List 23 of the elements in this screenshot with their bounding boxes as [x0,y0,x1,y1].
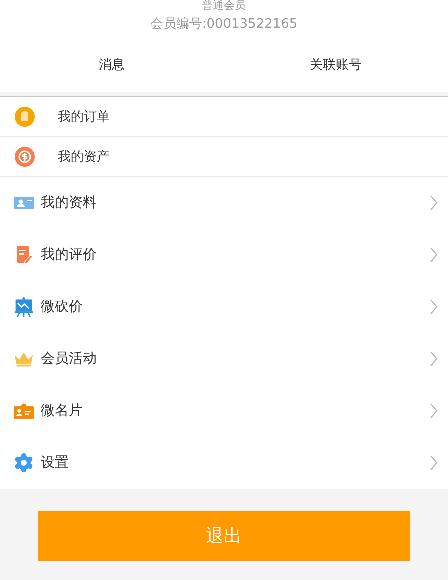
tab-link[interactable]: 关联账号 [224,56,448,92]
clipboard-icon [15,106,35,126]
menu-item[interactable]: 微名片 [0,385,448,437]
settings-icon [14,453,34,473]
edit-document-icon [14,245,34,265]
chevron-right-icon [430,351,438,367]
chevron-right-icon [430,455,438,471]
menu-item[interactable]: 我的评价 [0,229,448,281]
tab-link[interactable]: 消息 [0,56,224,92]
menu-item[interactable]: 会员活动 [0,333,448,385]
dollar-icon [15,146,35,166]
chevron-right-icon [430,403,438,419]
menu-item[interactable]: 我的订单 [0,97,448,137]
id-badge-icon [14,401,34,421]
menu-item[interactable]: 设置 [0,437,448,489]
member-number: 会员编号:00013522165 [150,16,298,34]
chart-board-icon [14,297,34,317]
menu-item[interactable]: 我的资产 [0,137,448,177]
chevron-right-icon [430,299,438,315]
chevron-right-icon [430,247,438,263]
menu-item[interactable]: 我的资料 [0,177,448,229]
menu-item[interactable]: 微砍价 [0,281,448,333]
chevron-right-icon [430,195,438,211]
